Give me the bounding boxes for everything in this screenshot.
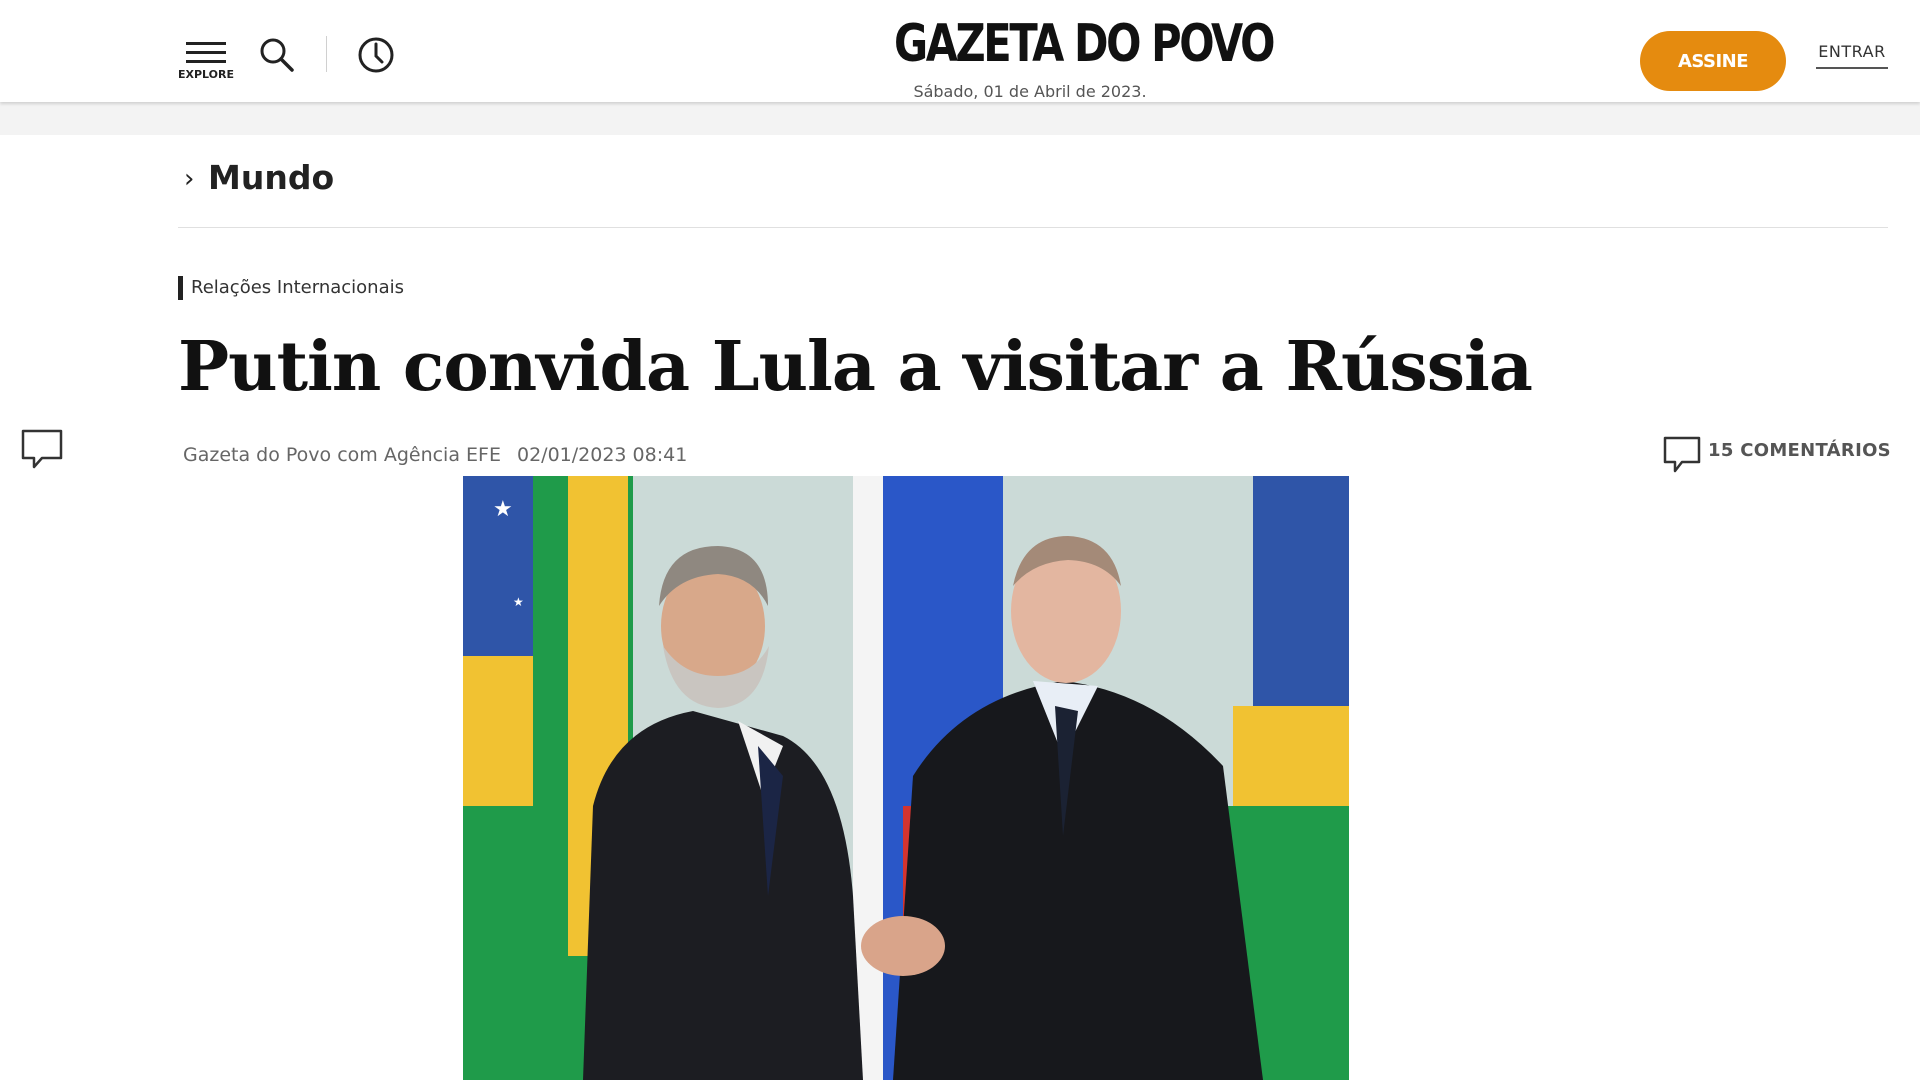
comments-link[interactable]: 15 COMENTÁRIOS <box>1662 434 1891 474</box>
byline: Gazeta do Povo com Agência EFE 02/01/202… <box>183 442 687 468</box>
menu-label: EXPLORE <box>177 68 234 81</box>
comment-icon <box>1663 436 1701 473</box>
menu-icon <box>186 42 226 45</box>
svg-text:★: ★ <box>493 497 513 522</box>
section-title[interactable]: Mundo <box>208 158 334 198</box>
article-headline: Putin convida Lula a visitar a Rússia <box>178 327 1533 407</box>
section-divider <box>178 227 1888 228</box>
article-tag[interactable]: Relações Internacionais <box>191 276 404 300</box>
comments-count: 15 COMENTÁRIOS <box>1708 440 1891 461</box>
publish-timestamp: 02/01/2023 08:41 <box>517 444 688 466</box>
photo-illustration: ★ ★ <box>463 476 1349 1080</box>
site-logo[interactable]: GAZETA DO POVO <box>894 8 1275 80</box>
article-photo: ★ ★ <box>463 476 1349 1080</box>
subscribe-button[interactable]: ASSINE <box>1640 31 1786 91</box>
chevron-right-icon: › <box>184 164 195 194</box>
menu-icon-bar <box>186 51 226 54</box>
header-band <box>0 102 1920 135</box>
top-header: EXPLORE GAZETA DO POVO Sábado, 01 de Abr… <box>0 0 1920 102</box>
svg-text:★: ★ <box>513 595 524 609</box>
login-link[interactable]: ENTRAR <box>1816 42 1888 69</box>
tag-marker <box>178 276 183 300</box>
comment-icon[interactable] <box>20 428 64 470</box>
search-icon[interactable] <box>258 36 296 74</box>
current-date: Sábado, 01 de Abril de 2023. <box>913 82 1147 101</box>
header-divider <box>326 36 327 72</box>
menu-icon-bar <box>186 60 226 63</box>
menu-button[interactable]: EXPLORE <box>176 38 236 84</box>
author: Gazeta do Povo com Agência EFE <box>183 444 501 466</box>
history-icon[interactable] <box>356 35 396 75</box>
